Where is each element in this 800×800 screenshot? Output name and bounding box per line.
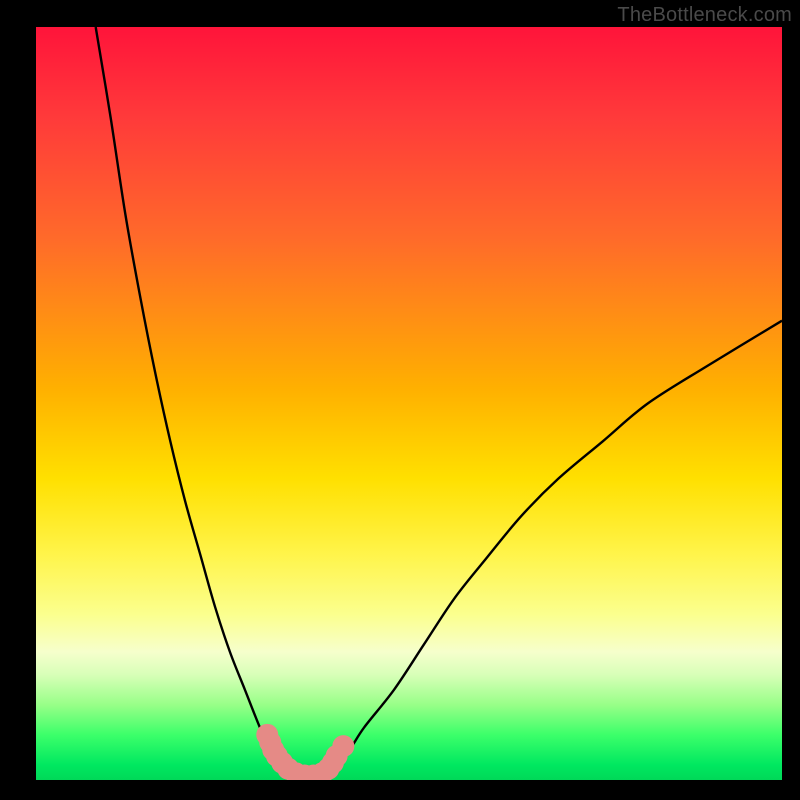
marker-dot [332, 735, 354, 757]
plot-area [36, 27, 782, 780]
marker-group [256, 724, 354, 780]
chart-frame: TheBottleneck.com [0, 0, 800, 800]
right-curve [334, 321, 782, 765]
chart-svg [36, 27, 782, 780]
watermark-text: TheBottleneck.com [617, 4, 792, 27]
left-curve [96, 27, 290, 772]
